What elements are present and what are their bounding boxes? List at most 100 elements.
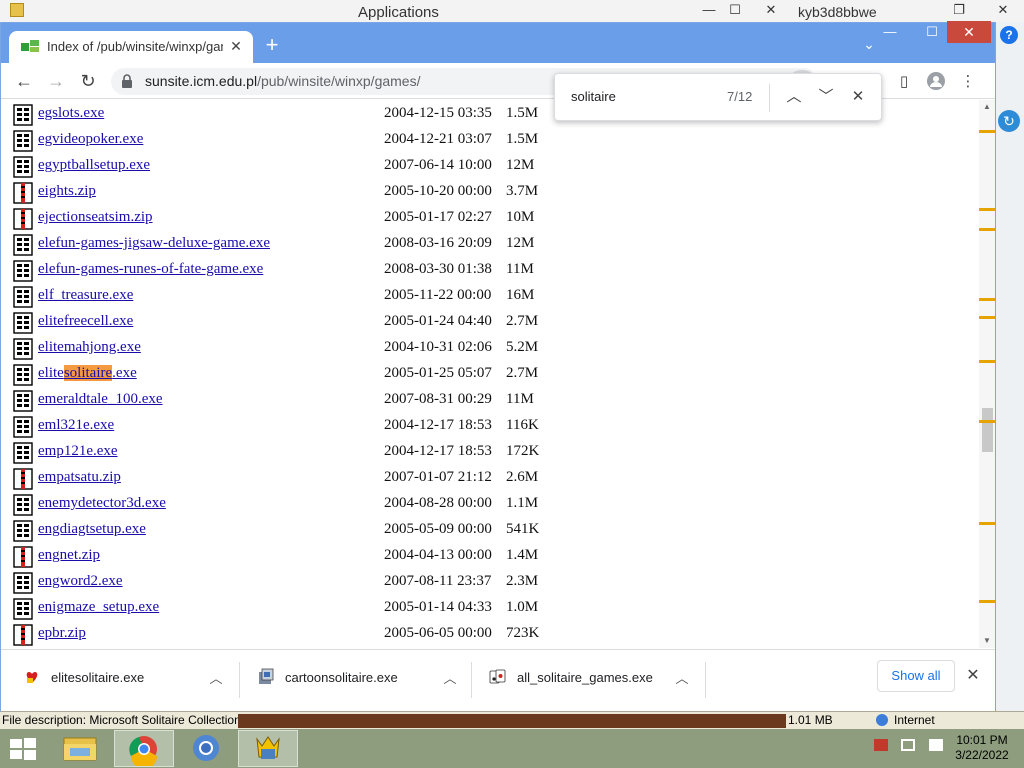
- new-tab-icon[interactable]: +: [261, 34, 283, 57]
- file-link[interactable]: elitesolitaire.exe: [38, 365, 137, 382]
- file-link[interactable]: empatsatu.zip: [38, 469, 121, 486]
- url-text: sunsite.icm.edu.pl/pub/winsite/winxp/gam…: [145, 73, 420, 89]
- page-scrollbar[interactable]: ▲ ▼: [979, 100, 995, 648]
- file-name-text: epbr.zip: [38, 625, 86, 641]
- file-explorer-taskbar-button[interactable]: [50, 730, 110, 767]
- show-all-button[interactable]: Show all: [877, 660, 955, 692]
- folder-tree-icon: [21, 40, 39, 52]
- solitaire-taskbar-button[interactable]: [238, 730, 298, 767]
- scrollbar-thumb[interactable]: [982, 408, 993, 452]
- network-icon[interactable]: [901, 739, 916, 751]
- file-row: emp121e.exe 2004-12-17 18:53 172K: [13, 440, 573, 466]
- exe-file-icon: [13, 286, 33, 308]
- file-link[interactable]: engdiagtsetup.exe: [38, 521, 146, 538]
- back-arrow-icon[interactable]: ←: [13, 71, 35, 93]
- close-icon[interactable]: ✕: [963, 666, 983, 686]
- file-row: enemydetector3d.exe 2004-08-28 00:00 1.1M: [13, 492, 573, 518]
- scroll-down-icon[interactable]: ▼: [982, 636, 992, 646]
- flag-icon[interactable]: [874, 739, 888, 751]
- exe-file-icon: [13, 520, 33, 542]
- file-date: 2004-12-15 03:35: [384, 105, 492, 121]
- tab-title: Index of /pub/winsite/winxp/games/: [47, 39, 223, 54]
- clock[interactable]: 10:01 PM 3/22/2022: [950, 733, 1014, 763]
- find-result-marker: [979, 420, 995, 423]
- restore-icon[interactable]: ❐: [946, 2, 972, 18]
- download-item[interactable]: elitesolitaire.exe ︿: [23, 660, 233, 696]
- file-link[interactable]: eights.zip: [38, 183, 96, 200]
- file-size: 16M: [506, 287, 535, 303]
- file-link[interactable]: ejectionseatsim.zip: [38, 209, 153, 226]
- file-date: 2005-11-22 00:00: [384, 287, 492, 303]
- file-link[interactable]: engword2.exe: [38, 573, 123, 590]
- kebab-menu-icon[interactable]: ⋮: [957, 71, 979, 93]
- file-size: 2.7M: [506, 313, 539, 329]
- file-link[interactable]: elitemahjong.exe: [38, 339, 141, 356]
- file-name-text: .exe: [112, 365, 137, 381]
- file-size: 723K: [506, 625, 540, 641]
- minimize-icon[interactable]: —: [875, 23, 905, 43]
- file-link[interactable]: enemydetector3d.exe: [38, 495, 166, 512]
- file-link[interactable]: elf_treasure.exe: [38, 287, 133, 304]
- file-link[interactable]: enigmaze_setup.exe: [38, 599, 159, 616]
- find-previous-icon[interactable]: ︿: [783, 86, 805, 108]
- refresh-icon[interactable]: ↻: [998, 110, 1020, 132]
- maximize-icon[interactable]: ☐: [917, 23, 947, 43]
- find-close-icon[interactable]: ✕: [847, 86, 869, 108]
- file-name-text: elf_treasure.exe: [38, 287, 134, 303]
- file-link[interactable]: elefun-games-runes-of-fate-game.exe: [38, 261, 263, 278]
- file-row: eml321e.exe 2004-12-17 18:53 116K: [13, 414, 573, 440]
- tab-close-icon[interactable]: ✕: [227, 37, 245, 55]
- file-row: elefun-games-runes-of-fate-game.exe 2008-…: [13, 258, 573, 284]
- tab-index[interactable]: Index of /pub/winsite/winxp/games/ ✕: [9, 31, 253, 63]
- download-item[interactable]: cartoonsolitaire.exe ︿: [257, 660, 467, 696]
- window-close-icon[interactable]: ✕: [947, 21, 991, 43]
- file-link[interactable]: elefun-games-jigsaw-deluxe-game.exe: [38, 235, 270, 252]
- chrome-alt-taskbar-button[interactable]: [176, 730, 236, 767]
- file-size: 11M: [506, 261, 534, 277]
- file-name-text: engdiagtsetup.exe: [38, 521, 146, 537]
- file-link[interactable]: egyptballsetup.exe: [38, 157, 150, 174]
- windows-start-icon[interactable]: [8, 737, 38, 761]
- file-link[interactable]: eml321e.exe: [38, 417, 114, 434]
- file-name-text: enemydetector3d.exe: [38, 495, 166, 511]
- file-link[interactable]: egvideopoker.exe: [38, 131, 143, 148]
- find-input[interactable]: solitaire: [571, 89, 616, 104]
- maximize-icon[interactable]: ☐: [722, 2, 748, 18]
- forward-arrow-icon[interactable]: →: [45, 71, 67, 93]
- divider: [239, 662, 240, 698]
- file-link[interactable]: emeraldtale_100.exe: [38, 391, 163, 408]
- chrome-taskbar-button[interactable]: [114, 730, 174, 768]
- file-row: elefun-games-jigsaw-deluxe-game.exe 2008-…: [13, 232, 573, 258]
- file-date: 2005-01-24 04:40: [384, 313, 492, 329]
- find-result-marker: [979, 130, 995, 133]
- download-item[interactable]: all_solitaire_games.exe ︿: [489, 660, 699, 696]
- minimize-icon[interactable]: —: [696, 2, 722, 18]
- side-panel-icon[interactable]: ▯: [893, 71, 915, 93]
- chevron-up-icon[interactable]: ︿: [207, 668, 225, 686]
- close-icon[interactable]: ✕: [758, 2, 784, 18]
- exe-file-icon: [13, 416, 33, 438]
- help-icon[interactable]: ?: [1000, 26, 1018, 44]
- close-icon[interactable]: ✕: [990, 2, 1016, 18]
- zip-file-icon: [13, 182, 33, 204]
- exe-file-icon: [13, 390, 33, 412]
- tab-strip: Index of /pub/winsite/winxp/games/ ✕ + ⌄…: [1, 21, 995, 63]
- scroll-up-icon[interactable]: ▲: [982, 102, 992, 112]
- volume-muted-icon[interactable]: [928, 739, 943, 751]
- file-link[interactable]: egslots.exe: [38, 105, 104, 122]
- file-link[interactable]: engnet.zip: [38, 547, 100, 564]
- zip-file-icon: [13, 468, 33, 490]
- find-result-marker: [979, 228, 995, 231]
- find-next-icon[interactable]: ﹀: [815, 86, 837, 108]
- file-date: 2008-03-16 20:09: [384, 235, 492, 251]
- chevron-up-icon[interactable]: ︿: [441, 668, 459, 686]
- divider: [769, 84, 770, 112]
- chevron-up-icon[interactable]: ︿: [673, 668, 691, 686]
- profile-avatar-icon[interactable]: [925, 71, 947, 93]
- file-row: elf_treasure.exe 2005-11-22 00:00 16M: [13, 284, 573, 310]
- file-link[interactable]: emp121e.exe: [38, 443, 118, 460]
- file-link[interactable]: epbr.zip: [38, 625, 86, 642]
- reload-icon[interactable]: ↻: [77, 71, 99, 93]
- file-link[interactable]: elitefreecell.exe: [38, 313, 133, 330]
- file-row: emeraldtale_100.exe 2007-08-31 00:29 11M: [13, 388, 573, 414]
